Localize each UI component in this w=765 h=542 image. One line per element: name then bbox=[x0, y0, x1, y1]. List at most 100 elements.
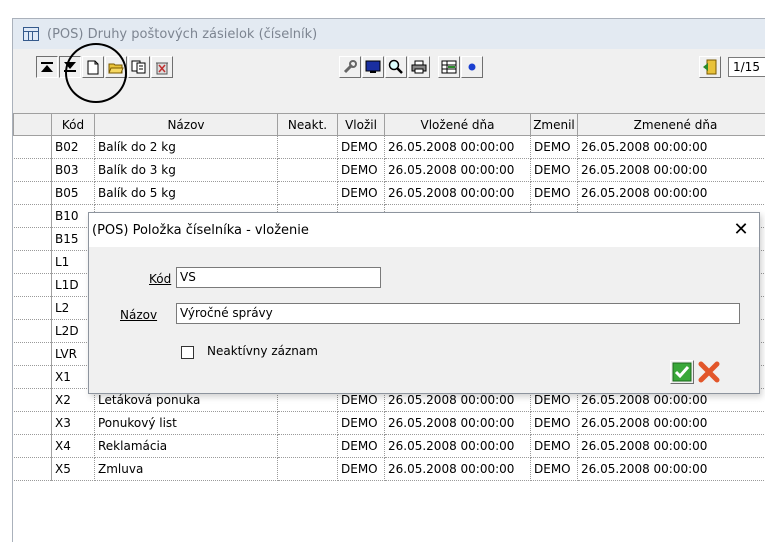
search-button[interactable] bbox=[385, 56, 407, 78]
dot-button[interactable] bbox=[461, 56, 483, 78]
row-selector[interactable] bbox=[14, 251, 52, 274]
table-cell bbox=[278, 182, 338, 205]
copy-icon bbox=[131, 60, 147, 74]
table-cell: Ponukový list bbox=[95, 412, 278, 435]
row-selector[interactable] bbox=[14, 136, 52, 159]
new-record-button[interactable] bbox=[82, 56, 104, 78]
row-selector[interactable] bbox=[14, 389, 52, 412]
print-button[interactable] bbox=[408, 56, 430, 78]
checkmark-icon bbox=[671, 361, 693, 383]
grid-header-row: KódNázovNeakt.VložilVložené dňaZmenilZme… bbox=[14, 114, 765, 136]
table-cell: 26.05.2008 00:00:00 bbox=[578, 412, 765, 435]
row-selector[interactable] bbox=[14, 182, 52, 205]
table-row[interactable]: X4ReklamáciaDEMO26.05.2008 00:00:00DEMO2… bbox=[14, 435, 765, 458]
row-selector[interactable] bbox=[14, 205, 52, 228]
row-selector[interactable] bbox=[14, 343, 52, 366]
copy-record-button[interactable] bbox=[128, 56, 150, 78]
table-cell: 26.05.2008 00:00:00 bbox=[385, 182, 531, 205]
table-cell: B03 bbox=[52, 159, 95, 182]
table-row[interactable]: B05Balík do 5 kgDEMO26.05.2008 00:00:00D… bbox=[14, 182, 765, 205]
table-row[interactable]: X5ZmluvaDEMO26.05.2008 00:00:00DEMO26.05… bbox=[14, 458, 765, 481]
table-cell: B05 bbox=[52, 182, 95, 205]
row-selector[interactable] bbox=[14, 458, 52, 481]
ok-button[interactable] bbox=[670, 360, 694, 384]
delete-record-button[interactable] bbox=[151, 56, 173, 78]
first-record-button[interactable] bbox=[36, 56, 58, 78]
table-cell: X4 bbox=[52, 435, 95, 458]
kod-label-text: Kód bbox=[149, 272, 171, 286]
table-cell: Balík do 3 kg bbox=[95, 159, 278, 182]
kod-label: Kód bbox=[149, 272, 171, 286]
column-header[interactable]: Vložené dňa bbox=[385, 114, 531, 136]
cancel-x-icon bbox=[697, 360, 721, 384]
table-cell bbox=[278, 435, 338, 458]
table-cell: X3 bbox=[52, 412, 95, 435]
row-selector[interactable] bbox=[14, 297, 52, 320]
table-cell: 26.05.2008 00:00:00 bbox=[578, 136, 765, 159]
table-cell: X5 bbox=[52, 458, 95, 481]
row-selector[interactable] bbox=[14, 320, 52, 343]
table-row[interactable]: B03Balík do 3 kgDEMO26.05.2008 00:00:00D… bbox=[14, 159, 765, 182]
new-document-icon bbox=[87, 60, 99, 75]
column-header[interactable]: Zmenil bbox=[531, 114, 578, 136]
row-selector[interactable] bbox=[14, 435, 52, 458]
row-selector-header bbox=[14, 114, 52, 136]
monitor-icon bbox=[365, 60, 381, 74]
view-button[interactable] bbox=[362, 56, 384, 78]
table-row[interactable]: X3Ponukový listDEMO26.05.2008 00:00:00DE… bbox=[14, 412, 765, 435]
record-pager[interactable]: 1/15 bbox=[728, 57, 765, 77]
row-selector[interactable] bbox=[14, 228, 52, 251]
open-folder-icon bbox=[108, 60, 124, 74]
row-selector[interactable] bbox=[14, 274, 52, 297]
dialog-title: (POS) Položka číselníka - vloženie bbox=[92, 223, 309, 238]
column-header[interactable]: Kód bbox=[52, 114, 95, 136]
column-header[interactable]: Názov bbox=[95, 114, 278, 136]
open-record-button[interactable] bbox=[105, 56, 127, 78]
row-selector[interactable] bbox=[14, 159, 52, 182]
close-icon[interactable]: ✕ bbox=[731, 220, 751, 240]
last-record-icon bbox=[63, 61, 77, 73]
table-cell: DEMO bbox=[338, 412, 385, 435]
cancel-button[interactable] bbox=[697, 360, 721, 384]
window-titlebar: (POS) Druhy poštových zásielok (číselník… bbox=[13, 19, 765, 49]
dialog-titlebar: (POS) Položka číselníka - vloženie ✕ bbox=[89, 213, 759, 247]
table-row[interactable]: B02Balík do 2 kgDEMO26.05.2008 00:00:00D… bbox=[14, 136, 765, 159]
row-selector[interactable] bbox=[14, 412, 52, 435]
trash-icon bbox=[155, 60, 169, 75]
table-cell: DEMO bbox=[531, 159, 578, 182]
nazov-input[interactable]: Výročné správy bbox=[176, 303, 740, 324]
table-cell bbox=[278, 136, 338, 159]
main-window: (POS) Druhy poštových zásielok (číselník… bbox=[12, 18, 765, 542]
kod-input[interactable]: VS bbox=[176, 267, 381, 288]
grid-button[interactable] bbox=[438, 56, 460, 78]
column-header[interactable]: Vložil bbox=[338, 114, 385, 136]
dot-icon bbox=[467, 62, 477, 72]
search-icon bbox=[388, 59, 404, 75]
first-record-icon bbox=[40, 61, 54, 73]
table-cell: Balík do 2 kg bbox=[95, 136, 278, 159]
table-cell: Reklamácia bbox=[95, 435, 278, 458]
table-cell bbox=[278, 412, 338, 435]
table-cell: 26.05.2008 00:00:00 bbox=[385, 159, 531, 182]
table-cell: 26.05.2008 00:00:00 bbox=[385, 412, 531, 435]
table-cell: 26.05.2008 00:00:00 bbox=[578, 159, 765, 182]
table-cell: DEMO bbox=[531, 412, 578, 435]
table-cell: 26.05.2008 00:00:00 bbox=[578, 458, 765, 481]
table-cell bbox=[278, 458, 338, 481]
table-cell: DEMO bbox=[531, 458, 578, 481]
exit-button[interactable] bbox=[699, 56, 721, 78]
window-title: (POS) Druhy poštových zásielok (číselník… bbox=[47, 27, 317, 42]
table-cell: DEMO bbox=[531, 182, 578, 205]
table-cell: DEMO bbox=[338, 159, 385, 182]
row-selector[interactable] bbox=[14, 366, 52, 389]
last-record-button[interactable] bbox=[59, 56, 81, 78]
settings-button[interactable] bbox=[339, 56, 361, 78]
column-header[interactable]: Zmenené dňa bbox=[578, 114, 765, 136]
table-cell: 26.05.2008 00:00:00 bbox=[385, 458, 531, 481]
table-cell: DEMO bbox=[531, 136, 578, 159]
table-cell: Balík do 5 kg bbox=[95, 182, 278, 205]
column-header[interactable]: Neakt. bbox=[278, 114, 338, 136]
grid-icon bbox=[441, 60, 457, 74]
inactive-label: Neaktívny záznam bbox=[207, 344, 318, 358]
inactive-checkbox[interactable] bbox=[181, 346, 194, 359]
